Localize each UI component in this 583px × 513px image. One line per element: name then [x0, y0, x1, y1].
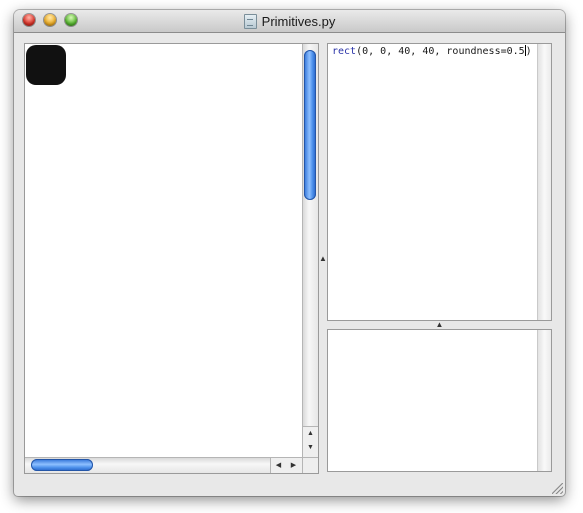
- code-editor[interactable]: rect(0, 0, 40, 40, roundness=0.5): [327, 43, 552, 321]
- editor-vertical-scrollbar[interactable]: [537, 44, 551, 320]
- horizontal-splitter[interactable]: ▲: [327, 319, 552, 329]
- window-title: Primitives.py: [261, 13, 336, 29]
- code-arguments: (0, 0, 40, 40, roundness=0.5: [356, 46, 525, 57]
- python-document-icon: [243, 13, 257, 29]
- canvas-vertical-scrollbar[interactable]: ▲ ▼: [302, 44, 318, 457]
- app-window: Primitives.py ▲ ▼ ◀ ▶ ▲ rect(0, 0, 40, 4…: [14, 10, 565, 496]
- code-keyword: rect: [332, 46, 357, 57]
- vertical-scroll-buttons: ▲ ▼: [302, 426, 318, 457]
- rounded-rect-shape: [26, 45, 66, 85]
- title-bar[interactable]: Primitives.py: [14, 10, 565, 33]
- vertical-splitter[interactable]: ▲: [319, 43, 327, 474]
- scroll-up-arrow-icon[interactable]: ▲: [303, 427, 318, 441]
- horizontal-scroll-thumb[interactable]: [31, 459, 93, 471]
- code-line[interactable]: rect(0, 0, 40, 40, roundness=0.5): [332, 45, 532, 57]
- scroll-left-arrow-icon[interactable]: ◀: [271, 458, 286, 473]
- canvas-horizontal-scrollbar[interactable]: ◀ ▶: [25, 457, 303, 473]
- scroll-down-arrow-icon[interactable]: ▼: [303, 441, 318, 455]
- splitter-grip-icon: ▲: [435, 319, 444, 329]
- output-console[interactable]: [327, 329, 552, 472]
- code-close-paren: ): [525, 46, 532, 57]
- canvas-panel: ▲ ▼ ◀ ▶: [24, 43, 319, 474]
- scroll-right-arrow-icon[interactable]: ▶: [286, 458, 301, 473]
- drawing-canvas[interactable]: [25, 44, 303, 457]
- horizontal-scroll-buttons: ◀ ▶: [270, 458, 303, 473]
- window-resize-grip-icon[interactable]: [552, 483, 563, 494]
- output-vertical-scrollbar[interactable]: [537, 330, 551, 471]
- vertical-scroll-thumb[interactable]: [304, 50, 316, 200]
- splitter-grip-icon: ▲: [319, 254, 327, 263]
- scrollbar-corner: [302, 457, 318, 473]
